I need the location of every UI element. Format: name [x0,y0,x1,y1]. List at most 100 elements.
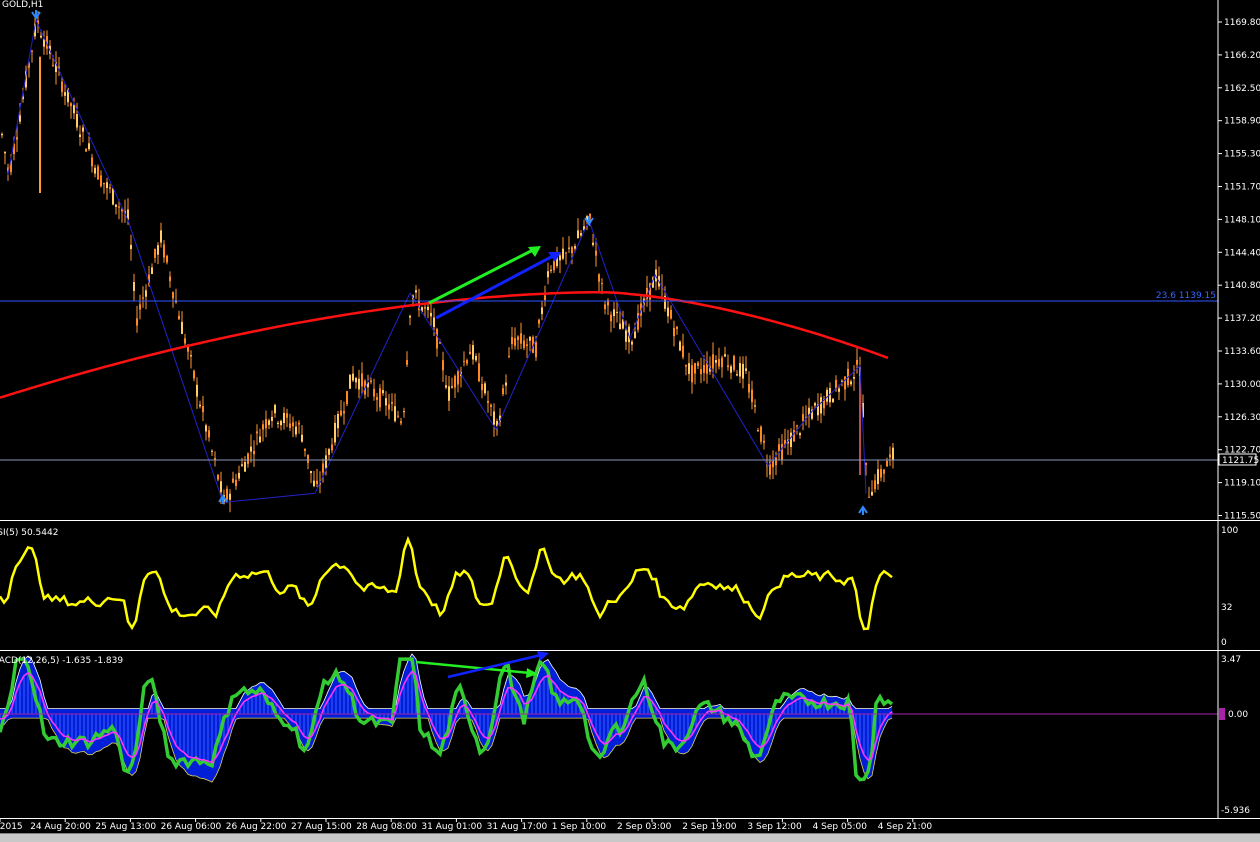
candle-body [763,440,765,443]
fib-level-label: 23.6 1139.15 [1156,291,1216,301]
candle-body [241,464,243,466]
candle-body [295,426,297,435]
candle-body [877,469,879,485]
candle-body [88,143,90,150]
candle-body [70,103,72,107]
candle-body [373,388,375,397]
candle-body [142,297,144,299]
candle-body [391,402,393,404]
candle-body [130,244,132,249]
candle-body [514,338,516,346]
candle-body [613,309,615,317]
candle-body [550,269,552,271]
price-tick-label: 1148.10 [1224,215,1260,225]
candle-body [427,306,429,310]
candle-body [445,385,447,388]
candle-body [430,312,432,317]
candle-body [187,346,189,352]
time-tick-label: 2 Sep 19:00 [682,822,737,832]
candle-body [106,182,108,188]
candle-body [487,401,489,403]
candle-body [502,388,504,395]
candle-body [376,397,378,400]
candle-body [508,355,510,357]
candle-body [892,447,894,460]
rsi-tick-100: 100 [1221,526,1238,536]
price-tick-label: 1119.10 [1224,479,1260,489]
candle-body [346,391,348,404]
candle-body [202,406,204,412]
candle-body [238,472,240,479]
price-tick-label: 1162.50 [1224,84,1260,94]
candle-body [670,310,672,319]
candle-body [79,134,81,137]
chart-symbol-title: GOLD,H1 [2,0,43,10]
time-tick-label: 27 Aug 15:00 [291,822,352,832]
candle-body [286,413,288,418]
candle-body [343,411,345,414]
candle-body [208,430,210,438]
candle-body [118,206,120,208]
candle-body [865,462,867,465]
candle-body [775,457,777,466]
candle-body [853,377,855,379]
candle-body [535,341,537,358]
candle-body [358,378,360,390]
candle-body [685,364,687,367]
candle-body [103,182,105,185]
candle-body [517,336,519,340]
candle-body [700,369,702,375]
candle-body [43,39,45,47]
time-tick-label: 3 Sep 12:00 [747,822,802,832]
candle-body [301,434,303,442]
macd-label: MACD(12,26,5) -1.635 -1.839 [0,656,123,666]
candle-body [559,255,561,261]
candle-body [289,423,291,428]
candle-body [541,307,543,315]
candle-body [409,315,411,318]
candle-body [571,247,573,254]
time-tick-label: 31 Aug 17:00 [487,822,548,832]
candle-body [61,81,63,93]
candle-body [625,330,627,342]
candle-body [694,363,696,374]
candle-body [232,478,234,483]
candle-body [154,249,156,258]
candle-body [229,493,231,500]
candle-body [634,331,636,339]
candle-body [802,414,804,421]
candle-body [544,295,546,301]
candle-body [856,359,858,365]
candle-body [226,488,228,500]
candle-body [64,92,66,96]
candle-body [886,461,888,467]
candle-body [748,383,750,393]
candle-body [250,446,252,452]
candle-body [676,326,678,329]
candle-body [394,406,396,422]
candle-body [325,455,327,468]
candle-body [871,491,873,496]
candle-body [538,319,540,324]
candle-body [814,403,816,406]
candle-body [349,374,351,389]
candle-body [757,430,759,432]
rsi-tick-0: 0 [1221,638,1227,648]
candle-body [271,416,273,421]
candle-body [337,414,339,429]
candle-body [442,360,444,371]
candle-body [601,283,603,285]
candle-body [199,404,201,407]
candle-body [751,389,753,403]
candle-body [265,419,267,429]
candle-body [262,424,264,430]
candle-body [577,230,579,239]
candle-body [691,365,693,383]
candle-body [448,386,450,401]
candle-body [673,328,675,337]
candle-body [109,187,111,189]
candle-body [352,373,354,381]
candle-body [745,368,747,371]
gold-chart-window[interactable]: 23.6 1139.15 GOLD,H1 1169.80 1166.20 1162.… [0,0,1260,841]
candle-body [826,389,828,402]
